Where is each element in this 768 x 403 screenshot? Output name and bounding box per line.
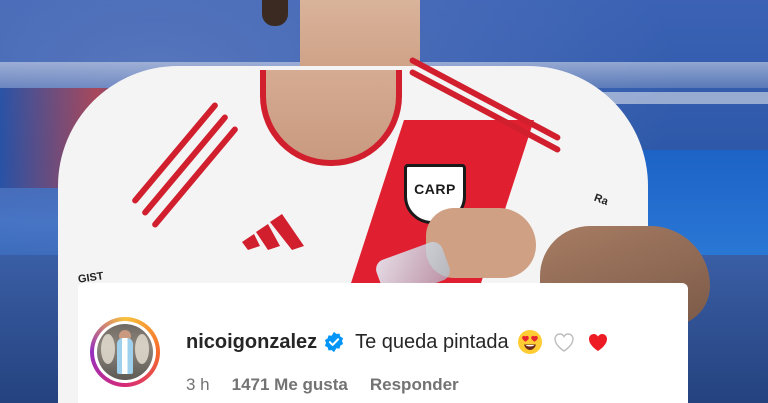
comment-timestamp: 3 h	[186, 375, 210, 394]
avatar-story-ring[interactable]	[90, 317, 160, 387]
avatar-wing-right	[135, 334, 149, 364]
red-heart-emoji-icon	[588, 334, 607, 351]
player-hair	[262, 0, 288, 26]
white-heart-emoji-icon	[553, 333, 574, 352]
comment-line: nicoigonzalez Te queda pintada	[186, 329, 611, 355]
comment-card: nicoigonzalez Te queda pintada 3 h 1471 …	[78, 283, 688, 403]
heart-eyes-emoji-icon	[517, 330, 542, 354]
verified-badge-icon	[325, 331, 344, 353]
comment-username[interactable]: nicoigonzalez	[186, 331, 317, 354]
reply-button[interactable]: Responder	[370, 375, 459, 395]
comment-likes[interactable]: 1471 Me gusta	[232, 375, 348, 395]
avatar-wing-left	[101, 334, 115, 364]
comment-meta: 3 h 1471 Me gusta Responder	[186, 375, 459, 395]
crest-text: CARP	[414, 181, 456, 197]
avatar-figure	[117, 338, 133, 374]
adidas-logo	[242, 214, 304, 250]
avatar[interactable]	[97, 324, 153, 380]
avatar-border	[94, 321, 156, 383]
comment-text: Te queda pintada	[355, 330, 509, 353]
